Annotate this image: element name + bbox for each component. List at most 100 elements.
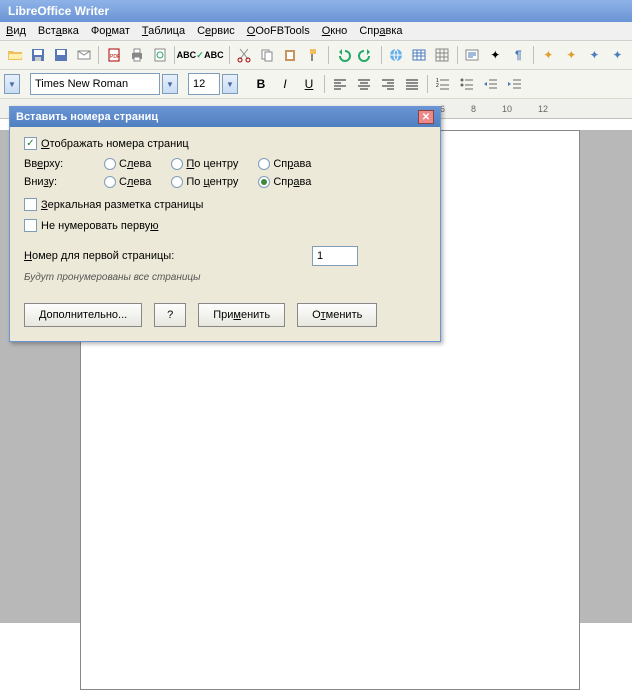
no-first-label: Не нумеровать первую xyxy=(41,220,158,232)
mail-icon[interactable] xyxy=(73,44,94,66)
separator xyxy=(457,46,458,64)
show-numbers-checkbox[interactable]: ✓ xyxy=(24,137,37,150)
saveas-icon[interactable] xyxy=(50,44,71,66)
no-first-checkbox[interactable] xyxy=(24,219,37,232)
menu-tools[interactable]: Сервис xyxy=(197,25,235,37)
close-icon[interactable]: ✕ xyxy=(418,110,434,124)
font-size-field[interactable]: 12 xyxy=(188,73,220,95)
dialog-body: ✓ Отображать номера страниц Вверху: Слев… xyxy=(10,127,440,341)
show-numbers-row[interactable]: ✓ Отображать номера страниц xyxy=(24,137,426,150)
paste-icon[interactable] xyxy=(280,44,301,66)
cancel-button[interactable]: Отменить xyxy=(297,303,377,327)
align-center-icon[interactable] xyxy=(353,73,375,95)
separator xyxy=(381,46,382,64)
star4-icon[interactable]: ✦ xyxy=(607,44,628,66)
bullet-list-icon[interactable] xyxy=(456,73,478,95)
top-right-radio[interactable]: Справа xyxy=(258,158,311,170)
grid-icon[interactable] xyxy=(432,44,453,66)
link-icon[interactable] xyxy=(386,44,407,66)
star1-icon[interactable]: ✦ xyxy=(538,44,559,66)
first-number-input[interactable]: 1 xyxy=(312,246,358,266)
more-button[interactable]: Дополнительно... xyxy=(24,303,142,327)
nonprint-icon[interactable]: ¶ xyxy=(508,44,529,66)
top-center-radio[interactable]: По центру xyxy=(171,158,238,170)
undo-icon[interactable] xyxy=(333,44,354,66)
menu-table[interactable]: Таблица xyxy=(142,25,185,37)
ruler-tick: 12 xyxy=(538,104,548,114)
open-icon[interactable] xyxy=(4,44,25,66)
ruler-tick: 10 xyxy=(502,104,512,114)
toolbar-format: ▼ Times New Roman ▼ 12 ▼ B I U 12 xyxy=(0,70,632,99)
page-numbers-dialog: Вставить номера страниц ✕ ✓ Отображать н… xyxy=(9,106,441,342)
star3-icon[interactable]: ✦ xyxy=(584,44,605,66)
separator xyxy=(328,46,329,64)
app-titlebar: LibreOffice Writer xyxy=(0,0,632,22)
autospell-icon[interactable]: ABC xyxy=(203,44,225,66)
ruler-tick: 8 xyxy=(471,104,476,114)
spellcheck-icon[interactable]: ABC✓ xyxy=(179,44,201,66)
hint-text: Будут пронумерованы все страницы xyxy=(24,272,426,283)
align-left-icon[interactable] xyxy=(329,73,351,95)
print-icon[interactable] xyxy=(126,44,147,66)
cut-icon[interactable] xyxy=(234,44,255,66)
first-number-label: Номер для первой страницы: xyxy=(24,250,174,262)
font-name-value: Times New Roman xyxy=(35,78,128,90)
font-name-field[interactable]: Times New Roman xyxy=(30,73,160,95)
help-button[interactable]: ? xyxy=(154,303,186,327)
dialog-buttons: Дополнительно... ? Применить Отменить xyxy=(24,303,426,327)
menubar: Вид Вставка Формат Таблица Сервис OOoFBT… xyxy=(0,22,632,41)
separator xyxy=(427,75,428,93)
bottom-center-radio[interactable]: По центру xyxy=(171,176,238,188)
top-position-row: Вверху: Слева По центру Справа xyxy=(24,158,426,170)
bottom-right-radio[interactable]: Справа xyxy=(258,176,311,188)
first-number-row: Номер для первой страницы: 1 xyxy=(24,246,426,266)
table-icon[interactable] xyxy=(409,44,430,66)
mirror-checkbox[interactable] xyxy=(24,198,37,211)
font-dropdown-arrow[interactable]: ▼ xyxy=(162,74,178,94)
menu-ooofbtools[interactable]: OOoFBTools xyxy=(247,25,310,37)
redo-icon[interactable] xyxy=(356,44,377,66)
styles-icon[interactable] xyxy=(462,44,483,66)
svg-text:PDF: PDF xyxy=(110,54,120,60)
menu-window[interactable]: Окно xyxy=(322,25,348,37)
mirror-row[interactable]: Зеркальная разметка страницы xyxy=(24,198,426,211)
separator xyxy=(533,46,534,64)
menu-view[interactable]: Вид xyxy=(6,25,26,37)
pdf-icon[interactable]: PDF xyxy=(103,44,124,66)
save-icon[interactable] xyxy=(27,44,48,66)
apply-button[interactable]: Применить xyxy=(198,303,285,327)
navigator-icon[interactable]: ✦ xyxy=(485,44,506,66)
separator xyxy=(98,46,99,64)
dialog-title: Вставить номера страниц xyxy=(16,111,158,123)
preview-icon[interactable] xyxy=(149,44,170,66)
numbered-list-icon[interactable]: 12 xyxy=(432,73,454,95)
bottom-label: Внизу: xyxy=(24,176,104,188)
bottom-position-row: Внизу: Слева По центру Справа xyxy=(24,176,426,188)
font-size-value: 12 xyxy=(193,78,205,90)
italic-icon[interactable]: I xyxy=(274,73,296,95)
svg-text:2: 2 xyxy=(436,83,439,89)
dialog-titlebar: Вставить номера страниц ✕ xyxy=(10,107,440,127)
bold-icon[interactable]: B xyxy=(250,73,272,95)
size-dropdown-arrow[interactable]: ▼ xyxy=(222,74,238,94)
formatbrush-icon[interactable] xyxy=(303,44,324,66)
indent-icon[interactable] xyxy=(504,73,526,95)
align-right-icon[interactable] xyxy=(377,73,399,95)
menu-help[interactable]: Справка xyxy=(359,25,402,37)
outdent-icon[interactable] xyxy=(480,73,502,95)
app-title: LibreOffice Writer xyxy=(8,4,109,18)
star2-icon[interactable]: ✦ xyxy=(561,44,582,66)
mirror-label: Зеркальная разметка страницы xyxy=(41,199,203,211)
menu-insert[interactable]: Вставка xyxy=(38,25,79,37)
top-left-radio[interactable]: Слева xyxy=(104,158,151,170)
menu-format[interactable]: Формат xyxy=(91,25,130,37)
separator xyxy=(229,46,230,64)
show-numbers-label: Отображать номера страниц xyxy=(41,138,189,150)
underline-icon[interactable]: U xyxy=(298,73,320,95)
align-justify-icon[interactable] xyxy=(401,73,423,95)
copy-icon[interactable] xyxy=(257,44,278,66)
bottom-left-radio[interactable]: Слева xyxy=(104,176,151,188)
style-dropdown-arrow[interactable]: ▼ xyxy=(4,74,20,94)
no-first-row[interactable]: Не нумеровать первую xyxy=(24,219,426,232)
first-number-value: 1 xyxy=(317,250,323,262)
